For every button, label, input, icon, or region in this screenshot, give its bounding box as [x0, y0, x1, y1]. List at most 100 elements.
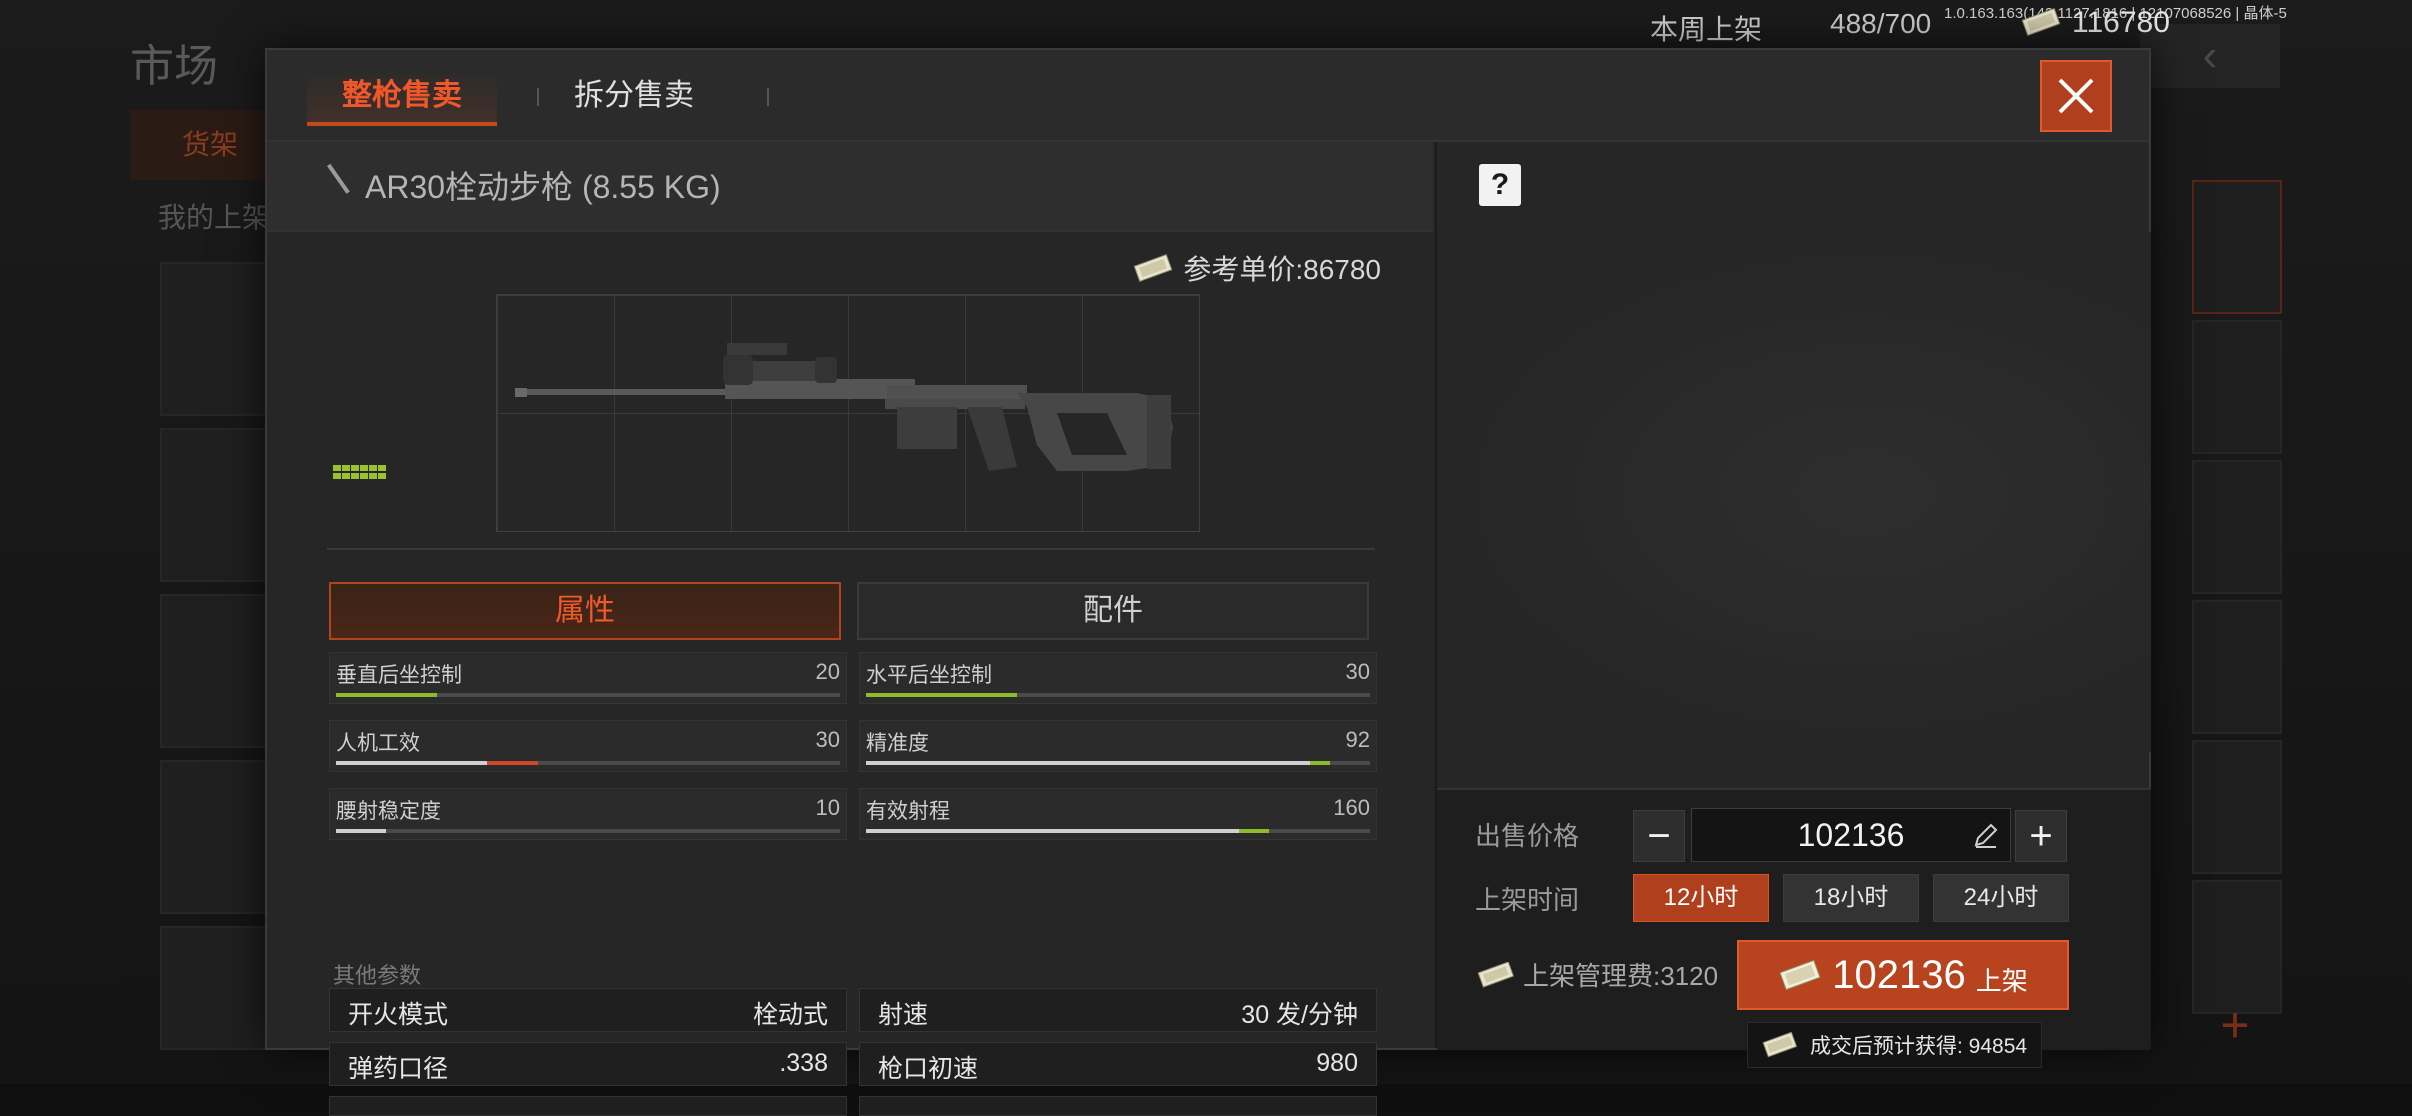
listing-time-label: 上架时间 [1475, 885, 1580, 915]
stat-label: 腰射稳定度 [336, 800, 441, 823]
sell-modal: 整枪售卖 拆分售卖 AR30栓动步枪 (8.55 KG) 参考单价:86780 [265, 48, 2151, 1116]
stat-bar-modifier [1309, 761, 1330, 765]
price-value: 102136 [1797, 817, 1905, 853]
plus-icon: + [2029, 813, 2053, 858]
stat-row: 有效射程 160 [859, 788, 1377, 840]
category-button[interactable] [2192, 180, 2282, 314]
slash-icon [327, 163, 350, 194]
item-detail-pane: AR30栓动步枪 (8.55 KG) 参考单价:86780 属性 配件 垂直后坐… [267, 142, 1433, 1116]
stat-bar [336, 693, 840, 697]
param-value: 980 [1316, 1049, 1358, 1077]
tab-split-sell[interactable]: 拆分售卖 [539, 70, 729, 122]
stat-value: 30 [815, 727, 840, 752]
param-row: 开火模式 栓动式 [329, 988, 847, 1032]
increase-price-button[interactable]: + [2015, 810, 2067, 862]
param-key: 弹药口径 [348, 1055, 449, 1083]
cash-icon [1762, 1032, 1798, 1058]
price-input[interactable]: 102136 [1691, 808, 2011, 862]
listing-fee-text: 上架管理费:3120 [1523, 961, 1719, 991]
other-params-label: 其他参数 [333, 963, 422, 988]
param-key: 开火模式 [348, 1001, 449, 1029]
sniper-rifle-image [515, 343, 1173, 471]
stat-row: 精准度 92 [859, 720, 1377, 772]
help-icon[interactable]: ? [1479, 164, 1521, 206]
tab-attributes[interactable]: 属性 [329, 582, 841, 640]
duration-12h[interactable]: 12小时 [1633, 874, 1769, 922]
close-icon [2058, 78, 2094, 114]
stat-bar [866, 829, 1370, 833]
category-button[interactable] [2192, 320, 2282, 454]
duration-18h[interactable]: 18小时 [1783, 874, 1919, 922]
pencil-icon[interactable] [1972, 821, 2000, 849]
param-key: 枪口初速 [878, 1055, 979, 1083]
stat-bar-fill [336, 693, 437, 697]
section-divider [327, 548, 1375, 550]
stat-bar-fill [336, 829, 387, 833]
param-key: 射速 [878, 1001, 929, 1029]
stat-bar-modifier [1238, 829, 1270, 833]
sell-panel: 出售价格 − 102136 + 上架时间 12小时 18小时 24小时 上架管理… [1437, 788, 2151, 1068]
close-button[interactable] [2040, 60, 2112, 132]
chevron-left-icon: ‹ [2202, 31, 2218, 80]
weapon-preview-grid [496, 294, 1200, 532]
weekly-listing-label: 本周上架 [1650, 14, 1763, 45]
sell-price-label: 出售价格 [1475, 821, 1580, 851]
stat-row: 人机工效 30 [329, 720, 847, 772]
param-value: 栓动式 [752, 1001, 828, 1029]
estimated-earnings: 成交后预计获得: 94854 [1747, 1022, 2043, 1068]
param-row-partial [859, 1096, 1377, 1116]
plus-icon[interactable]: + [2192, 990, 2278, 1060]
cash-balance: 116780 [2072, 6, 2170, 39]
cash-icon [1779, 959, 1821, 991]
decrease-price-button[interactable]: − [1633, 810, 1685, 862]
stat-bar [336, 761, 840, 765]
stat-row: 腰射稳定度 10 [329, 788, 847, 840]
param-row: 弹药口径 .338 [329, 1042, 847, 1086]
item-name: AR30栓动步枪 (8.55 KG) [365, 169, 721, 205]
list-item-button[interactable]: 102136 上架 [1737, 940, 2069, 1010]
my-listings-label: 我的上架 [158, 202, 271, 233]
stat-bar [866, 761, 1370, 765]
param-row: 枪口初速 980 [859, 1042, 1377, 1086]
durability-indicator [333, 465, 387, 481]
weekly-listing-count: 488/700 [1830, 8, 1932, 39]
duration-24h[interactable]: 24小时 [1933, 874, 2069, 922]
category-button[interactable] [2192, 740, 2282, 874]
cash-icon [2020, 8, 2062, 41]
cash-icon [1133, 254, 1173, 282]
stat-label: 垂直后坐控制 [336, 664, 462, 687]
stat-value: 160 [1333, 795, 1370, 820]
stat-value: 30 [1345, 659, 1370, 684]
stat-bar-base [866, 761, 1310, 765]
listing-fee: 上架管理费:3120 [1477, 956, 1718, 993]
stat-row: 垂直后坐控制 20 [329, 652, 847, 704]
tab-attachments[interactable]: 配件 [857, 582, 1369, 640]
reference-price-text: 参考单价:86780 [1183, 254, 1381, 285]
stat-label: 人机工效 [336, 732, 420, 755]
stat-label: 水平后坐控制 [866, 664, 992, 687]
stat-bar [336, 829, 840, 833]
tab-divider [767, 88, 769, 106]
stat-bar-modifier [487, 761, 538, 765]
category-button[interactable] [2192, 600, 2282, 734]
preview-area [1437, 232, 2151, 752]
stat-label: 精准度 [866, 732, 929, 755]
item-title-bar: AR30栓动步枪 (8.55 KG) [267, 142, 1433, 232]
stat-bar-fill [866, 693, 1018, 697]
stat-bar-base [336, 761, 488, 765]
category-button[interactable] [2192, 460, 2282, 594]
stat-value: 20 [815, 659, 840, 684]
param-value: .338 [779, 1049, 828, 1077]
stat-label: 有效射程 [866, 800, 950, 823]
stat-value: 92 [1345, 727, 1370, 752]
cash-icon [1477, 961, 1515, 988]
modal-header: 整枪售卖 拆分售卖 [267, 50, 2149, 142]
market-title: 市场 [130, 42, 218, 91]
reference-price: 参考单价:86780 [1133, 248, 1381, 288]
param-row-partial [329, 1096, 847, 1116]
param-row: 射速 30 发/分钟 [859, 988, 1377, 1032]
list-amount: 102136 [1832, 952, 1966, 997]
tab-whole-gun[interactable]: 整枪售卖 [307, 70, 497, 126]
estimated-earnings-text: 成交后预计获得: 94854 [1810, 1035, 2028, 1058]
minus-icon: − [1647, 813, 1671, 858]
